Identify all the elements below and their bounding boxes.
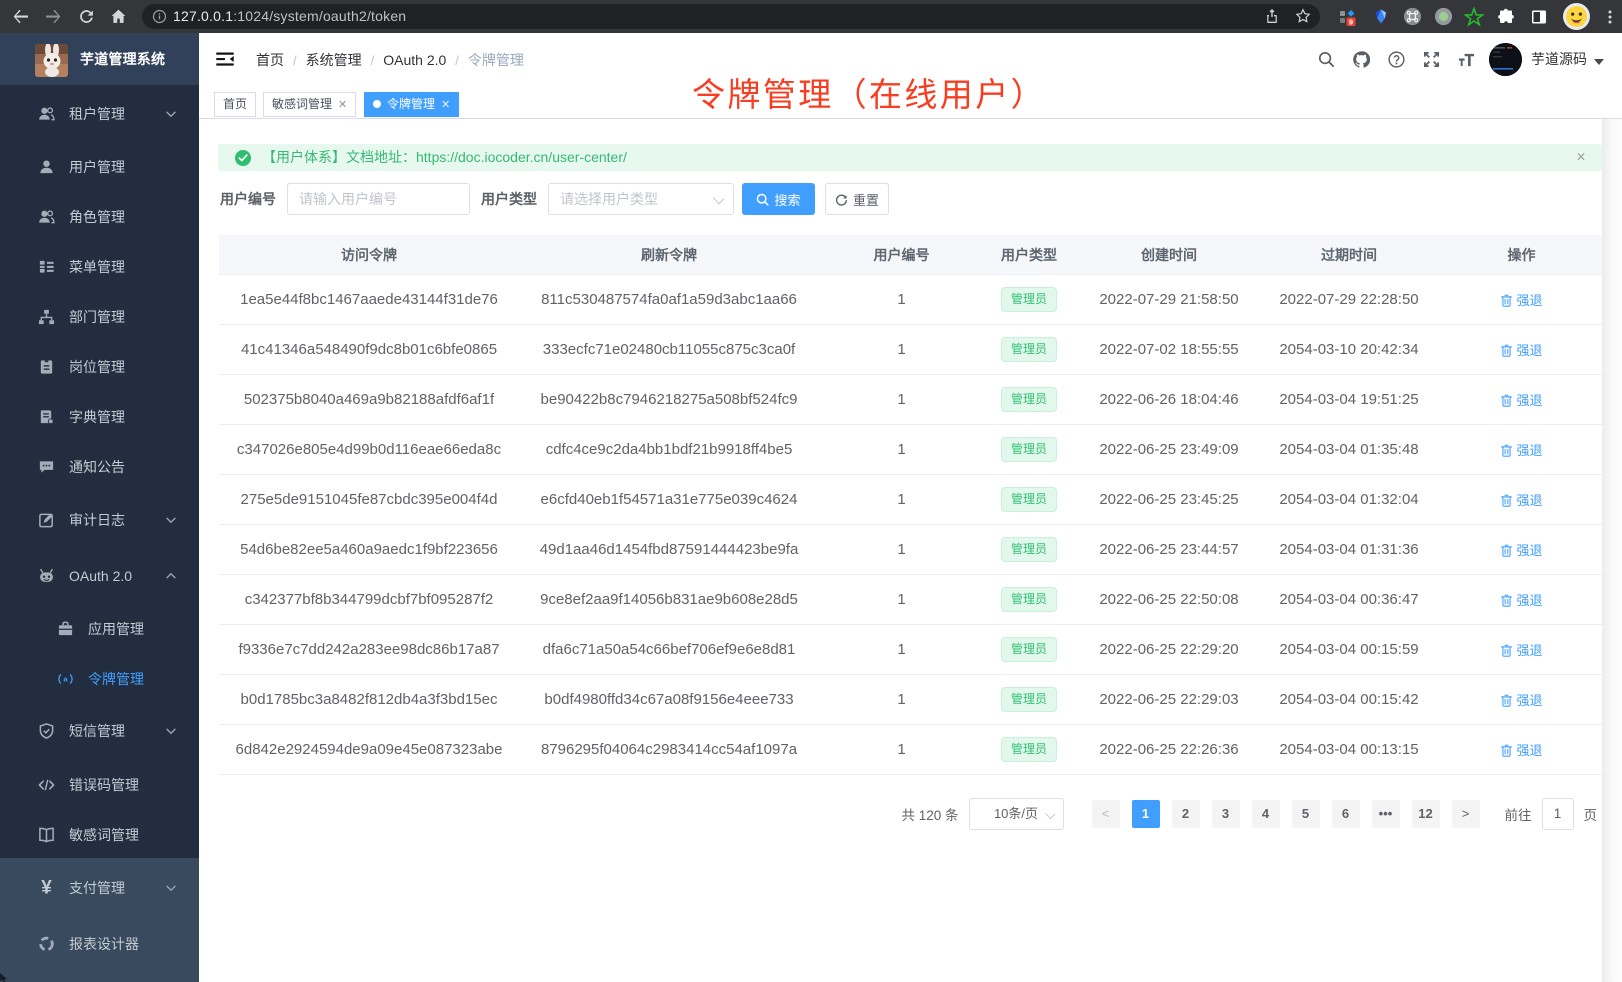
svg-text:a: a bbox=[63, 675, 68, 684]
svg-text:9: 9 bbox=[1349, 17, 1353, 26]
